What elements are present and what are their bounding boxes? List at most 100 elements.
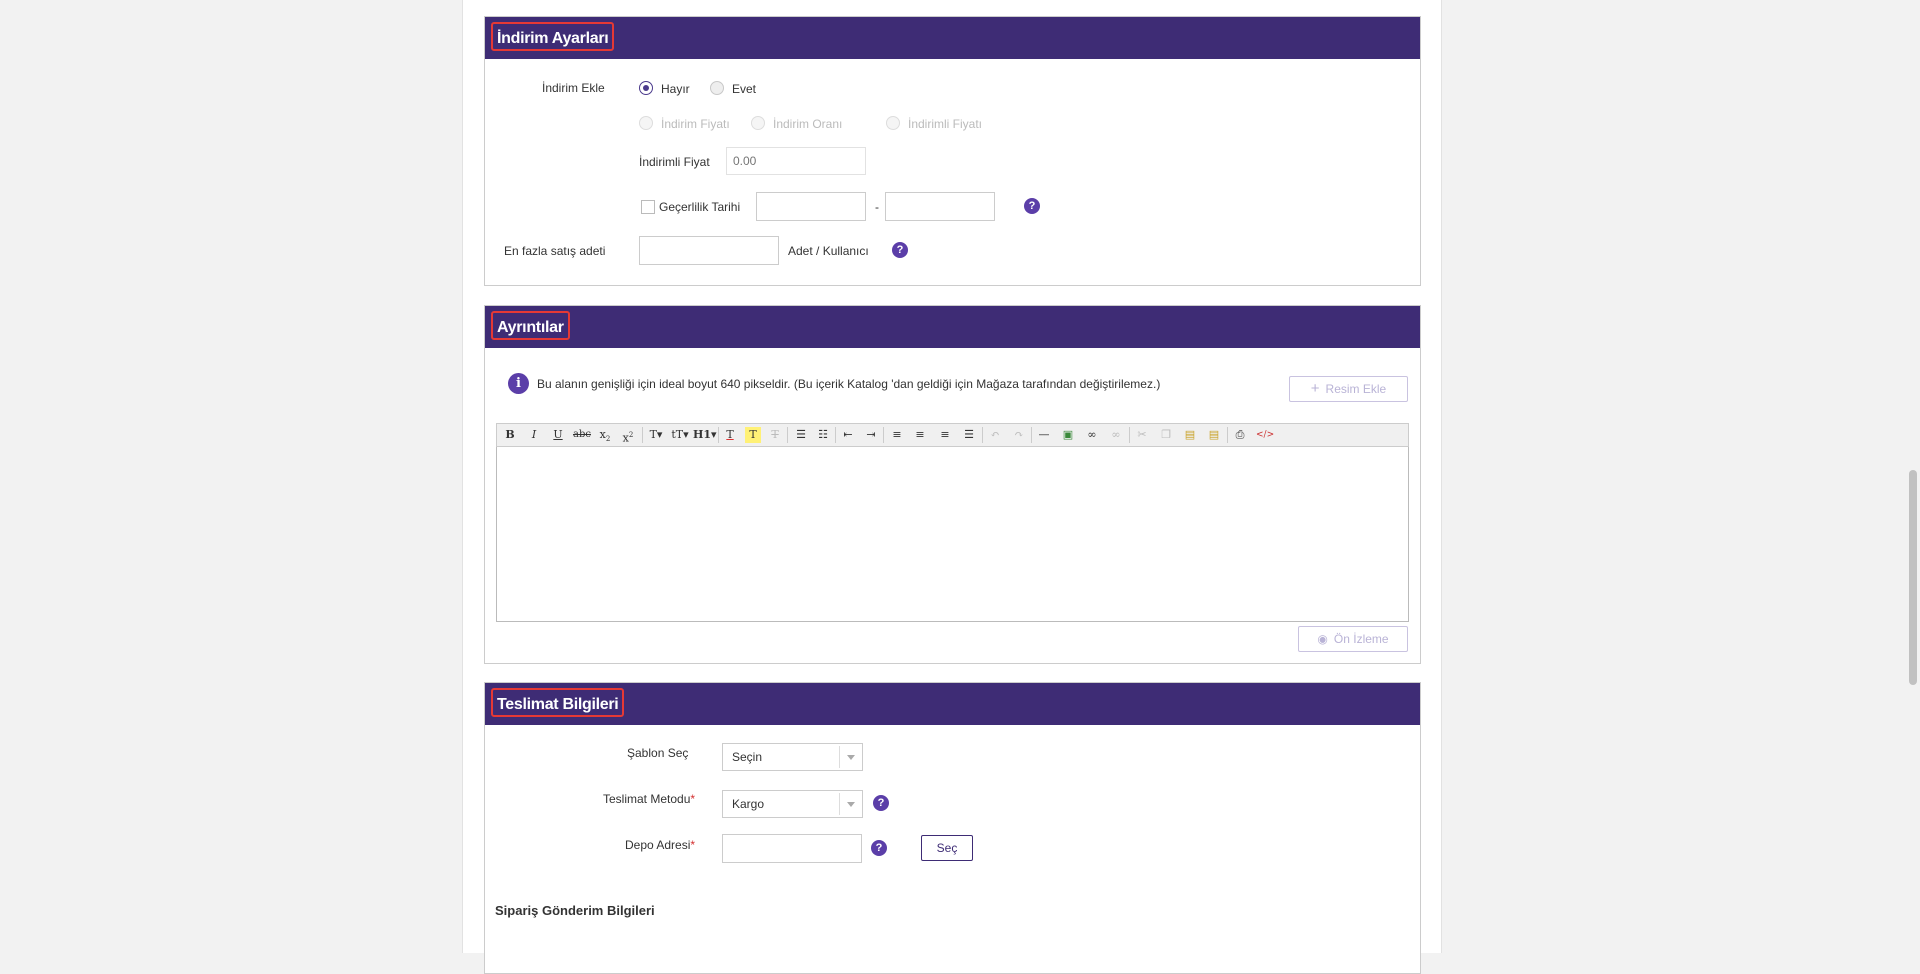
toolbar-separator xyxy=(718,427,719,443)
italic-icon[interactable]: I xyxy=(527,427,541,443)
delivery-panel-title: Teslimat Bilgileri xyxy=(491,688,625,717)
add-image-button[interactable]: + Resim Ekle xyxy=(1289,376,1408,402)
discount-type-rate-radio[interactable] xyxy=(751,116,765,130)
discount-type-rate-label: İndirim Oranı xyxy=(773,117,843,131)
print-icon[interactable]: ⎙ xyxy=(1232,427,1248,443)
text-color-icon[interactable]: T xyxy=(722,427,738,443)
subscript-icon[interactable]: x2 xyxy=(598,427,612,443)
warehouse-input[interactable] xyxy=(722,834,862,863)
bold-icon[interactable]: B xyxy=(503,427,517,443)
outdent-icon[interactable]: ⇤ xyxy=(840,427,856,443)
bullet-list-icon[interactable]: ☰ xyxy=(793,427,809,443)
validity-checkbox[interactable] xyxy=(641,200,655,214)
page-scrollbar[interactable] xyxy=(1906,0,1920,953)
discount-add-label: İndirim Ekle xyxy=(542,81,605,95)
discount-yes-label[interactable]: Evet xyxy=(732,82,756,96)
warehouse-label-text: Depo Adresi xyxy=(625,838,691,852)
editor-content-area[interactable] xyxy=(496,447,1409,622)
max-sale-label: En fazla satış adeti xyxy=(504,244,606,258)
validity-end-date-input[interactable] xyxy=(885,192,995,221)
toolbar-separator xyxy=(642,427,643,443)
align-right-icon[interactable]: ≡ xyxy=(937,427,953,443)
delivery-method-help-icon[interactable]: ? xyxy=(873,795,889,811)
discount-type-discounted-label: İndirimli Fiyatı xyxy=(908,117,983,131)
undo-icon[interactable]: ↶ xyxy=(987,427,1003,443)
superscript-icon[interactable]: x2 xyxy=(621,427,635,445)
discount-panel-header: İndirim Ayarları xyxy=(485,17,1420,59)
scrollbar-thumb[interactable] xyxy=(1909,470,1917,685)
toolbar-separator xyxy=(1031,427,1032,443)
chevron-down-icon xyxy=(839,793,862,815)
validity-start-date-input[interactable] xyxy=(756,192,866,221)
max-sale-help-icon[interactable]: ? xyxy=(892,242,908,258)
delivery-method-label-text: Teslimat Metodu xyxy=(603,792,691,806)
align-justify-icon[interactable]: ☰ xyxy=(961,427,977,443)
eye-icon: ◉ xyxy=(1317,632,1328,646)
max-sale-unit: Adet / Kullanıcı xyxy=(788,244,869,258)
delivery-method-select[interactable]: Kargo xyxy=(722,790,863,818)
toolbar-separator xyxy=(787,427,788,443)
copy-icon[interactable]: ❐ xyxy=(1158,427,1174,443)
strikethrough-icon[interactable]: abc xyxy=(573,427,591,443)
delivery-panel: Teslimat Bilgileri Şablon Seç Seçin Tesl… xyxy=(484,682,1421,974)
font-size-icon[interactable]: tT▾ xyxy=(669,427,691,443)
numbered-list-icon[interactable]: ☷ xyxy=(815,427,831,443)
template-select[interactable]: Seçin xyxy=(722,743,863,771)
validity-help-icon[interactable]: ? xyxy=(1024,198,1040,214)
chevron-down-icon xyxy=(839,746,862,768)
toolbar-separator xyxy=(835,427,836,443)
warehouse-help-icon[interactable]: ? xyxy=(871,840,887,856)
info-icon: i xyxy=(508,373,529,394)
discount-no-label[interactable]: Hayır xyxy=(661,82,690,96)
details-info-text: Bu alanın genişliği için ideal boyut 640… xyxy=(537,377,1161,391)
paste-text-icon[interactable]: ▤ xyxy=(1206,427,1222,443)
details-panel-title: Ayrıntılar xyxy=(491,311,570,340)
required-mark: * xyxy=(690,838,696,852)
underline-icon[interactable]: U xyxy=(551,427,565,443)
link-icon[interactable]: ∞ xyxy=(1084,427,1100,443)
discount-type-discounted-radio[interactable] xyxy=(886,116,900,130)
delivery-panel-header: Teslimat Bilgileri xyxy=(485,683,1420,725)
discount-panel: İndirim Ayarları İndirim Ekle Hayır Evet… xyxy=(484,16,1421,286)
toolbar-separator xyxy=(982,427,983,443)
discount-yes-radio[interactable] xyxy=(710,81,724,95)
redo-icon[interactable]: ↷ xyxy=(1011,427,1027,443)
discount-type-price-radio[interactable] xyxy=(639,116,653,130)
unlink-icon[interactable]: ∞ xyxy=(1108,427,1124,443)
plus-icon: + xyxy=(1310,380,1320,397)
highlight-icon[interactable]: T xyxy=(745,427,761,443)
order-shipping-heading: Sipariş Gönderim Bilgileri xyxy=(495,903,655,918)
align-center-icon[interactable]: ≡ xyxy=(912,427,928,443)
delivery-method-label: Teslimat Metodu* xyxy=(603,792,695,806)
template-label: Şablon Seç xyxy=(627,746,689,760)
delivery-method-value: Kargo xyxy=(732,797,765,811)
discount-panel-title: İndirim Ayarları xyxy=(491,22,615,51)
preview-button[interactable]: ◉ Ön İzleme xyxy=(1298,626,1408,652)
source-code-icon[interactable]: </> xyxy=(1256,427,1274,443)
add-image-label: Resim Ekle xyxy=(1325,382,1387,396)
preview-label: Ön İzleme xyxy=(1333,632,1389,646)
template-select-value: Seçin xyxy=(732,750,763,764)
font-family-icon[interactable]: T▾ xyxy=(647,427,665,443)
cut-icon[interactable]: ✂ xyxy=(1134,427,1150,443)
paste-icon[interactable]: ▤ xyxy=(1182,427,1198,443)
max-sale-input[interactable] xyxy=(639,236,779,265)
align-left-icon[interactable]: ≡ xyxy=(889,427,905,443)
validity-label[interactable]: Geçerlilik Tarihi xyxy=(659,200,740,214)
toolbar-separator xyxy=(1227,427,1228,443)
clear-format-icon[interactable]: T xyxy=(767,427,783,443)
warehouse-select-button[interactable]: Seç xyxy=(921,835,973,861)
discounted-price-input[interactable] xyxy=(726,147,866,175)
discount-type-price-label: İndirim Fiyatı xyxy=(661,117,730,131)
warehouse-label: Depo Adresi* xyxy=(625,838,695,852)
image-icon[interactable]: ▣ xyxy=(1060,427,1076,443)
editor-toolbar: B I U abc x2 x2 T▾ tT▾ H1▾ T T T ☰ ☷ ⇤ ⇥… xyxy=(496,423,1409,447)
indent-icon[interactable]: ⇥ xyxy=(863,427,879,443)
horizontal-rule-icon[interactable]: — xyxy=(1036,427,1052,443)
required-mark: * xyxy=(690,792,696,806)
discounted-price-label: İndirimli Fiyat xyxy=(639,155,710,169)
details-panel-header: Ayrıntılar xyxy=(485,306,1420,348)
toolbar-separator xyxy=(1129,427,1130,443)
discount-no-radio[interactable] xyxy=(639,81,653,95)
heading-icon[interactable]: H1▾ xyxy=(693,427,717,443)
